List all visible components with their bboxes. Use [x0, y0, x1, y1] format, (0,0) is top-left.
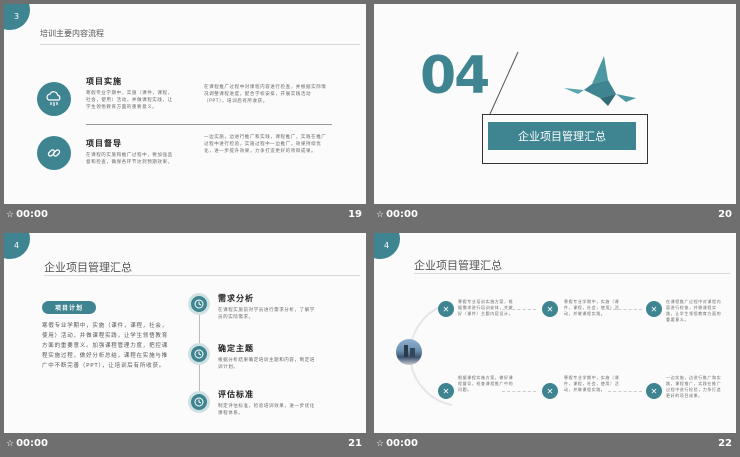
slide-number: 21	[348, 438, 362, 449]
slide-number: 20	[718, 209, 732, 220]
star-icon: ☆	[6, 439, 15, 449]
section-badge: 4	[374, 233, 400, 259]
step-text: 根据分析结果确定培训主题和内容，制定培训计划。	[218, 358, 315, 370]
diagonal-line	[489, 51, 519, 115]
item-title: 项目实施	[86, 77, 122, 86]
step-text: 在课程实施前对学员进行需求分析，了解学员的实际需求。	[218, 308, 315, 320]
dash-connector	[608, 391, 642, 392]
slide-thumbnail-19[interactable]: 3 培训主要内容流程 项目实施 寒假专业学期中，实施（课件，课程，社会，使用）活…	[4, 4, 366, 228]
step-title: 确定主题	[218, 344, 254, 353]
slide-footer: ☆ 00:00 22	[374, 435, 736, 455]
dash-connector	[502, 309, 536, 310]
slide-number: 19	[348, 209, 362, 220]
slide-header: 培训主要内容流程	[40, 29, 104, 38]
slide-canvas: 3 培训主要内容流程 项目实施 寒假专业学期中，实施（课件，课程，社会，使用）活…	[4, 4, 366, 204]
tools-icon: ✕	[646, 383, 662, 399]
star-icon: ☆	[6, 210, 15, 220]
dash-connector	[502, 391, 536, 392]
slide-canvas: 04 企业项目管理汇总	[374, 4, 736, 204]
divider	[40, 44, 360, 45]
slide-time: 00:00	[386, 209, 418, 220]
link-icon	[37, 136, 71, 170]
section-title: 企业项目管理汇总	[518, 130, 606, 143]
section-badge: 4	[4, 233, 30, 259]
item-text: 寒假专业学期中，实施（课件，课程，社会，使用）活动，并做课程实践，让学生领悟教育…	[86, 91, 173, 110]
step-title: 评估标准	[218, 390, 254, 399]
item-text: 在课程的实施和推广过程中，要加强监督和检查，确保各环节达到预期效果。	[86, 153, 173, 165]
item-title: 项目督导	[86, 139, 122, 148]
slide-time: 00:00	[386, 438, 418, 449]
slide-time: 00:00	[16, 209, 48, 220]
tools-icon: ✕	[438, 301, 454, 317]
tools-icon: ✕	[542, 383, 558, 399]
card-text: 寒假专业学期中，实施（课件，课程，社会，使用）活动，并做课程实践。	[564, 299, 620, 316]
section-badge: 3	[4, 4, 30, 30]
divider	[414, 273, 730, 274]
slide-header: 企业项目管理汇总	[44, 261, 132, 274]
tools-icon: ✕	[646, 301, 662, 317]
slide-header: 企业项目管理汇总	[414, 259, 502, 272]
star-icon: ☆	[376, 439, 385, 449]
card-text: 寒假专业培训实施方案，根据需求进行培训安排，并做好（课件）主题内容设计。	[458, 299, 514, 316]
tools-icon: ✕	[542, 301, 558, 317]
item-side-text: 一边实施，边进行推广和实践，课程推广，实践在推广过程中进行检验，实施过程中一边推…	[204, 135, 327, 154]
dash-connector	[608, 309, 642, 310]
card-text: 在课程推广过程中对课程内容进行检查，并做课程实践，让学生领悟教育方面的重要意义。	[666, 299, 722, 322]
slide-thumbnail-20[interactable]: 04 企业项目管理汇总 ☆ 00:00 20	[374, 4, 736, 228]
divider	[86, 124, 332, 125]
slide-canvas: 4 企业项目管理汇总 项目计划 寒假专业学期中，实施（课件，课程，社会，使用）活…	[4, 233, 366, 433]
star-icon: ☆	[376, 210, 385, 220]
plan-pill: 项目计划	[42, 301, 96, 314]
slide-thumbnail-21[interactable]: 4 企业项目管理汇总 项目计划 寒假专业学期中，实施（课件，课程，社会，使用）活…	[4, 233, 366, 457]
city-photo	[396, 339, 422, 365]
step-title: 需求分析	[218, 294, 254, 303]
slide-canvas: 4 企业项目管理汇总 ✕ 寒假专业培训实施方案，根据需求进行培训安排，并做好（课…	[374, 233, 736, 433]
step-text: 制定评估标准，检验培训效果，进一步优化课程体系。	[218, 404, 315, 416]
card-text: 一边实施，边进行推广和实践，课程推广，实践在推广过程中进行检验，力争打造更好的项…	[666, 375, 722, 398]
section-number: 04	[420, 46, 490, 106]
cloud-icon	[37, 82, 71, 116]
clock-icon	[188, 343, 210, 365]
slide-number: 22	[718, 438, 732, 449]
tools-icon: ✕	[438, 383, 454, 399]
origami-crane-icon	[564, 56, 636, 106]
clock-icon	[188, 293, 210, 315]
section-title-button[interactable]: 企业项目管理汇总	[488, 122, 636, 150]
slide-thumbnail-22[interactable]: 4 企业项目管理汇总 ✕ 寒假专业培训实施方案，根据需求进行培训安排，并做好（课…	[374, 233, 736, 457]
clock-icon	[188, 391, 210, 413]
slide-footer: ☆ 00:00 21	[4, 435, 366, 455]
slide-time: 00:00	[16, 438, 48, 449]
slide-footer: ☆ 00:00 20	[374, 206, 736, 226]
item-side-text: 在课程推广过程中对课程内容进行检查，并根据实际情况调整课程进度，配合学校安排，开…	[204, 85, 327, 104]
slide-footer: ☆ 00:00 19	[4, 206, 366, 226]
divider	[44, 275, 360, 276]
plan-body: 寒假专业学期中，实施（课件，课程，社会，使用）活动，并做课程实践，让学生领悟教育…	[42, 323, 169, 369]
